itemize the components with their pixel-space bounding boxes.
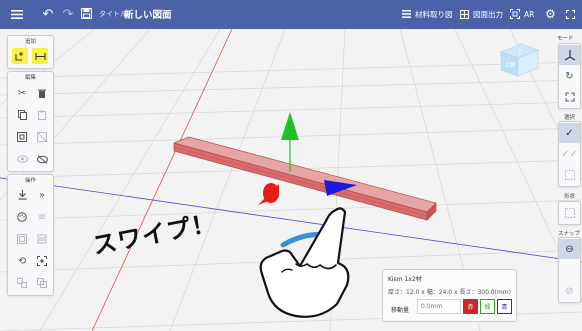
link-parts-icon[interactable] bbox=[14, 275, 30, 291]
focus-icon[interactable] bbox=[34, 253, 50, 269]
edit-label: 編集 bbox=[24, 75, 36, 81]
rotate-icon[interactable]: ⟲ bbox=[14, 253, 30, 269]
link-icon: ⊖ bbox=[565, 243, 574, 255]
double-chevron-down-icon[interactable]: » bbox=[34, 187, 50, 203]
edit-panel: 編集 ✂ bbox=[7, 71, 54, 172]
drawing-output-button[interactable]: 図面出力 bbox=[460, 6, 503, 22]
check-icon: ✓ bbox=[565, 127, 574, 139]
hide-icon[interactable] bbox=[34, 151, 50, 167]
drop-down-icon[interactable] bbox=[14, 187, 30, 203]
green-axis-button[interactable]: 緑 bbox=[480, 299, 495, 314]
delete-icon[interactable] bbox=[34, 85, 50, 101]
ungroup-icon[interactable] bbox=[34, 129, 50, 145]
mode-panel: ↻ bbox=[558, 43, 581, 109]
title-label: タイトル bbox=[99, 10, 127, 18]
group-icon[interactable] bbox=[14, 129, 30, 145]
rotate-mode-icon: ↻ bbox=[565, 70, 574, 82]
axes-icon bbox=[564, 49, 575, 61]
top-bar: ↶ ↷ タイトル 新しい図面 材料取り図 図面出力 AR ⚙ bbox=[0, 0, 582, 29]
palette-icon[interactable] bbox=[14, 209, 30, 225]
grid-icon bbox=[460, 9, 469, 19]
drawing-title[interactable]: 新しい図面 bbox=[124, 7, 172, 21]
align-icon[interactable]: ≡ bbox=[34, 209, 50, 225]
part-dimensions: 厚さ：12.0 x 幅：24.0 x 長さ：300.0(mm) bbox=[388, 289, 511, 296]
view-cube-top-label: 上 bbox=[517, 48, 522, 55]
double-check-icon: ✓✓ bbox=[561, 148, 578, 160]
settings-gear-icon[interactable]: ⚙ bbox=[545, 6, 556, 22]
move-amount-label: 移動量 bbox=[391, 307, 410, 314]
app-window: 上 正面 ↶ ↷ タイトル 新しい図面 材料取り図 図面出力 AR ⚙ 追加 編… bbox=[0, 0, 582, 331]
show-icon[interactable] bbox=[14, 151, 30, 167]
snap-off-button[interactable]: ⊘ bbox=[559, 281, 580, 301]
shape-label: 形状 bbox=[564, 194, 576, 200]
materials-cut-label: 材料取り図 bbox=[415, 9, 453, 19]
shape-panel bbox=[558, 201, 581, 225]
select-panel: ✓ ✓✓ bbox=[558, 121, 581, 187]
selection-info-panel: Kism 1x2材 厚さ：12.0 x 幅：24.0 x 長さ：300.0(mm… bbox=[382, 269, 517, 322]
redo-icon[interactable]: ↷ bbox=[60, 6, 76, 22]
fullscreen-icon[interactable] bbox=[566, 6, 575, 22]
snap-on-button[interactable]: ⊖ bbox=[559, 239, 580, 259]
drawing-output-label: 図面出力 bbox=[473, 9, 503, 19]
move-amount-input[interactable] bbox=[417, 299, 461, 314]
undo-icon[interactable]: ↶ bbox=[40, 6, 56, 22]
select-multi-button[interactable]: ✓✓ bbox=[559, 144, 580, 164]
operation-label: 操作 bbox=[24, 178, 36, 184]
snap-panel: ⊖ ⊘ bbox=[558, 237, 581, 303]
add-board-button[interactable] bbox=[12, 48, 28, 64]
shape-box-icon bbox=[564, 208, 575, 218]
paste-icon[interactable] bbox=[34, 107, 50, 123]
distribute-icon[interactable] bbox=[34, 231, 50, 247]
shape-box-button[interactable] bbox=[559, 203, 580, 223]
link-off-icon: ⊘ bbox=[565, 285, 574, 297]
scale-mode-button[interactable] bbox=[559, 87, 580, 107]
mode-label: モード bbox=[557, 36, 574, 42]
menu-icon[interactable] bbox=[10, 8, 24, 21]
select-area-button[interactable] bbox=[559, 165, 580, 185]
dashed-box-icon bbox=[564, 170, 575, 180]
blue-axis-button[interactable]: 青 bbox=[497, 299, 512, 314]
copy-icon[interactable] bbox=[14, 107, 30, 123]
rotate-mode-button[interactable]: ↻ bbox=[559, 66, 580, 86]
save-icon[interactable] bbox=[80, 7, 93, 20]
duplicate-icon[interactable] bbox=[34, 275, 50, 291]
red-axis-button[interactable]: 赤 bbox=[463, 299, 478, 314]
view-cube-front-label: 正面 bbox=[505, 62, 515, 68]
cut-icon[interactable]: ✂ bbox=[14, 85, 30, 101]
move-mode-button[interactable] bbox=[559, 45, 580, 65]
add-label: 追加 bbox=[24, 39, 36, 45]
frame-icon[interactable] bbox=[14, 231, 30, 247]
ar-button[interactable]: AR bbox=[510, 6, 534, 22]
materials-cut-button[interactable]: 材料取り図 bbox=[402, 6, 453, 22]
list-icon bbox=[402, 10, 411, 18]
add-board-icon bbox=[15, 52, 23, 61]
ar-label: AR bbox=[524, 9, 535, 19]
ar-icon bbox=[510, 9, 520, 19]
select-label: 選択 bbox=[564, 115, 576, 121]
add-panel: 追加 bbox=[7, 35, 54, 69]
scale-icon bbox=[565, 92, 574, 102]
select-single-button[interactable]: ✓ bbox=[559, 123, 580, 143]
add-dimension-button[interactable] bbox=[32, 48, 48, 64]
operation-panel: 操作 » ≡ ⟲ bbox=[7, 174, 54, 296]
part-name: Kism 1x2材 bbox=[388, 276, 422, 283]
snap-label: スナップ bbox=[558, 231, 581, 237]
dimension-icon bbox=[35, 52, 45, 60]
